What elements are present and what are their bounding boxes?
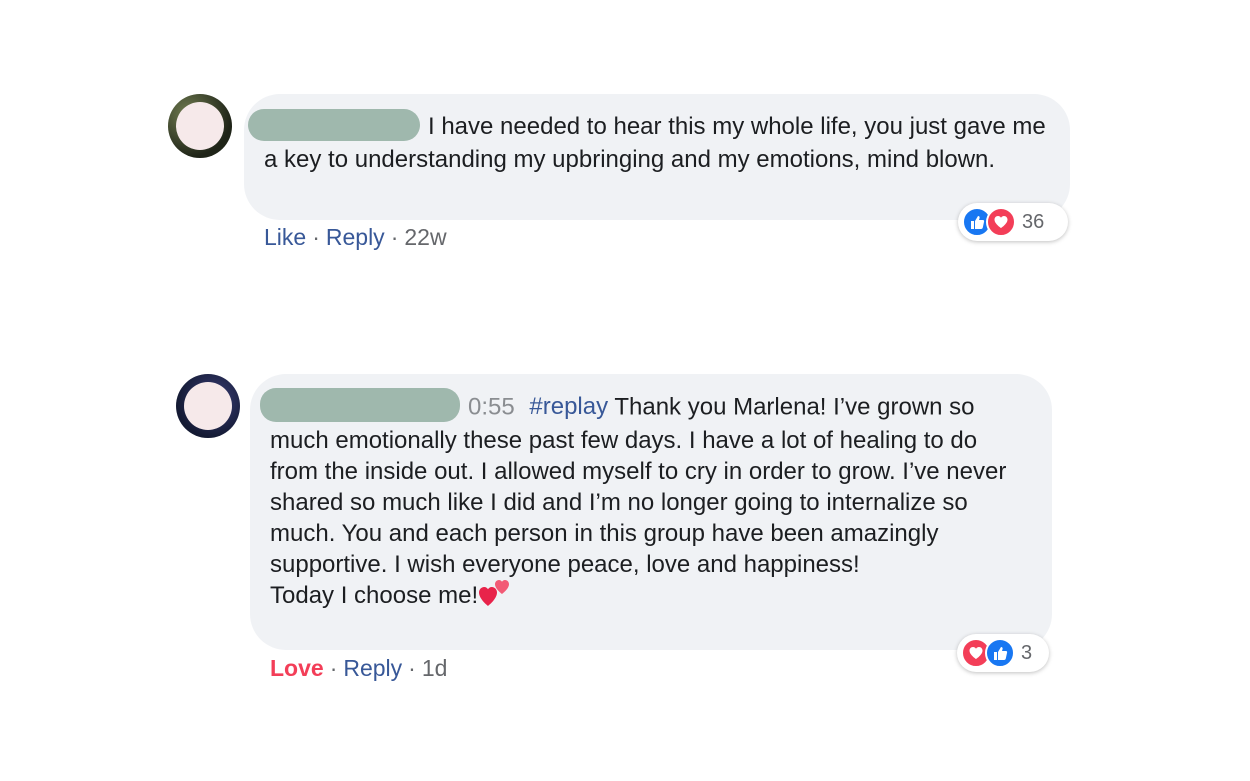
reaction-count: 36 [1022,210,1045,233]
love-icon [986,207,1016,237]
comment-bubble: 0:55 #replay Thank you Marlena! I’ve gro… [250,374,1052,650]
avatar-blur [184,382,232,430]
avatar-blur [176,102,224,150]
like-icon [985,638,1015,668]
separator: · [329,655,338,681]
separator: · [312,224,320,250]
reply-button[interactable]: Reply [343,655,402,681]
reply-button[interactable]: Reply [326,224,385,250]
timestamp[interactable]: 22w [404,224,446,250]
comment-actions: Love · Reply · 1d [270,655,447,682]
reaction-summary[interactable]: 36 [958,203,1068,241]
love-reaction-button[interactable]: Love [270,655,324,681]
comment-text-last-line: Today I choose me! [270,582,479,609]
avatar[interactable] [168,94,232,158]
reaction-count: 3 [1021,641,1033,664]
like-button[interactable]: Like [264,224,306,250]
separator: · [390,224,399,250]
separator: · [408,655,416,681]
video-timecode-link[interactable]: 0:55 [468,393,515,420]
redacted-author-name[interactable] [248,108,420,141]
redacted-author-name[interactable] [260,388,460,422]
reaction-summary[interactable]: 3 [957,634,1049,672]
two-hearts-icon [478,578,512,608]
timestamp[interactable]: 1d [422,655,448,681]
avatar[interactable] [176,374,240,438]
comments-thread: I have needed to hear this my whole life… [0,0,1250,781]
hashtag-link[interactable]: #replay [529,393,608,420]
comment-bubble: I have needed to hear this my whole life… [244,94,1070,220]
comment-actions: Like · Reply · 22w [264,224,447,251]
